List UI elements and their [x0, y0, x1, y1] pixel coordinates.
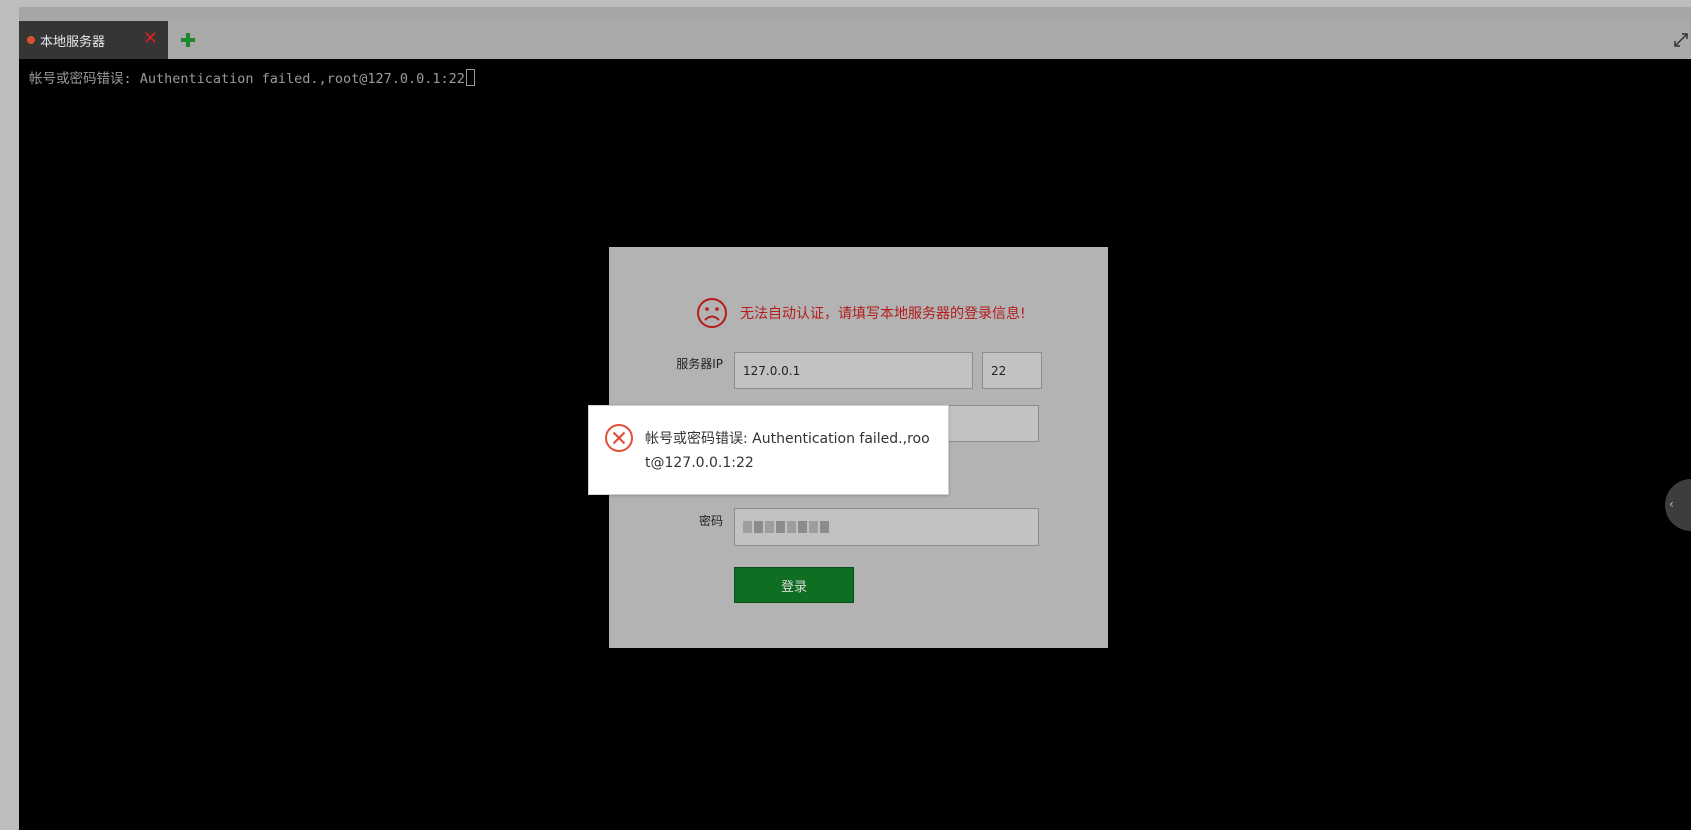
tab-local-server[interactable]: 本地服务器 ✕	[19, 21, 168, 59]
server-ip-value: 127.0.0.1	[743, 363, 801, 378]
password-input[interactable]	[734, 508, 1039, 546]
expand-icon-graphic	[1674, 33, 1688, 47]
plus-icon-graphic	[181, 33, 195, 47]
side-panel-handle[interactable]: ‹	[1665, 479, 1691, 531]
server-ip-label: 服务器IP	[676, 357, 723, 371]
plus-icon[interactable]	[180, 28, 196, 52]
password-masked-value	[743, 521, 829, 533]
tab-label: 本地服务器	[40, 34, 106, 50]
error-circle-icon	[605, 424, 633, 452]
error-message: 帐号或密码错误: Authentication failed.,root@127…	[645, 431, 930, 471]
login-button[interactable]: 登录	[734, 567, 854, 603]
status-dot-icon	[27, 36, 35, 44]
error-toast: 帐号或密码错误: Authentication failed.,root@127…	[588, 405, 949, 495]
password-label: 密码	[698, 514, 723, 528]
sad-face-icon	[697, 298, 727, 328]
terminal-line: 帐号或密码错误: Authentication failed.,root@127…	[29, 67, 475, 87]
window-left-border	[0, 0, 19, 830]
window-top-border	[0, 0, 1691, 7]
terminal-text: 帐号或密码错误: Authentication failed.,root@127…	[29, 71, 465, 87]
warning-row: 无法自动认证，请填写本地服务器的登录信息!	[696, 297, 1026, 329]
tab-bar: 本地服务器 ✕	[19, 21, 1691, 59]
port-value: 22	[991, 363, 1007, 378]
chevron-left-icon: ‹	[1669, 497, 1674, 511]
expand-icon[interactable]	[1673, 32, 1689, 48]
close-icon[interactable]: ✕	[143, 29, 158, 49]
warning-message: 无法自动认证，请填写本地服务器的登录信息!	[740, 306, 1026, 322]
port-input[interactable]: 22	[982, 352, 1042, 389]
server-ip-input[interactable]: 127.0.0.1	[734, 352, 973, 389]
terminal-cursor	[465, 68, 475, 86]
